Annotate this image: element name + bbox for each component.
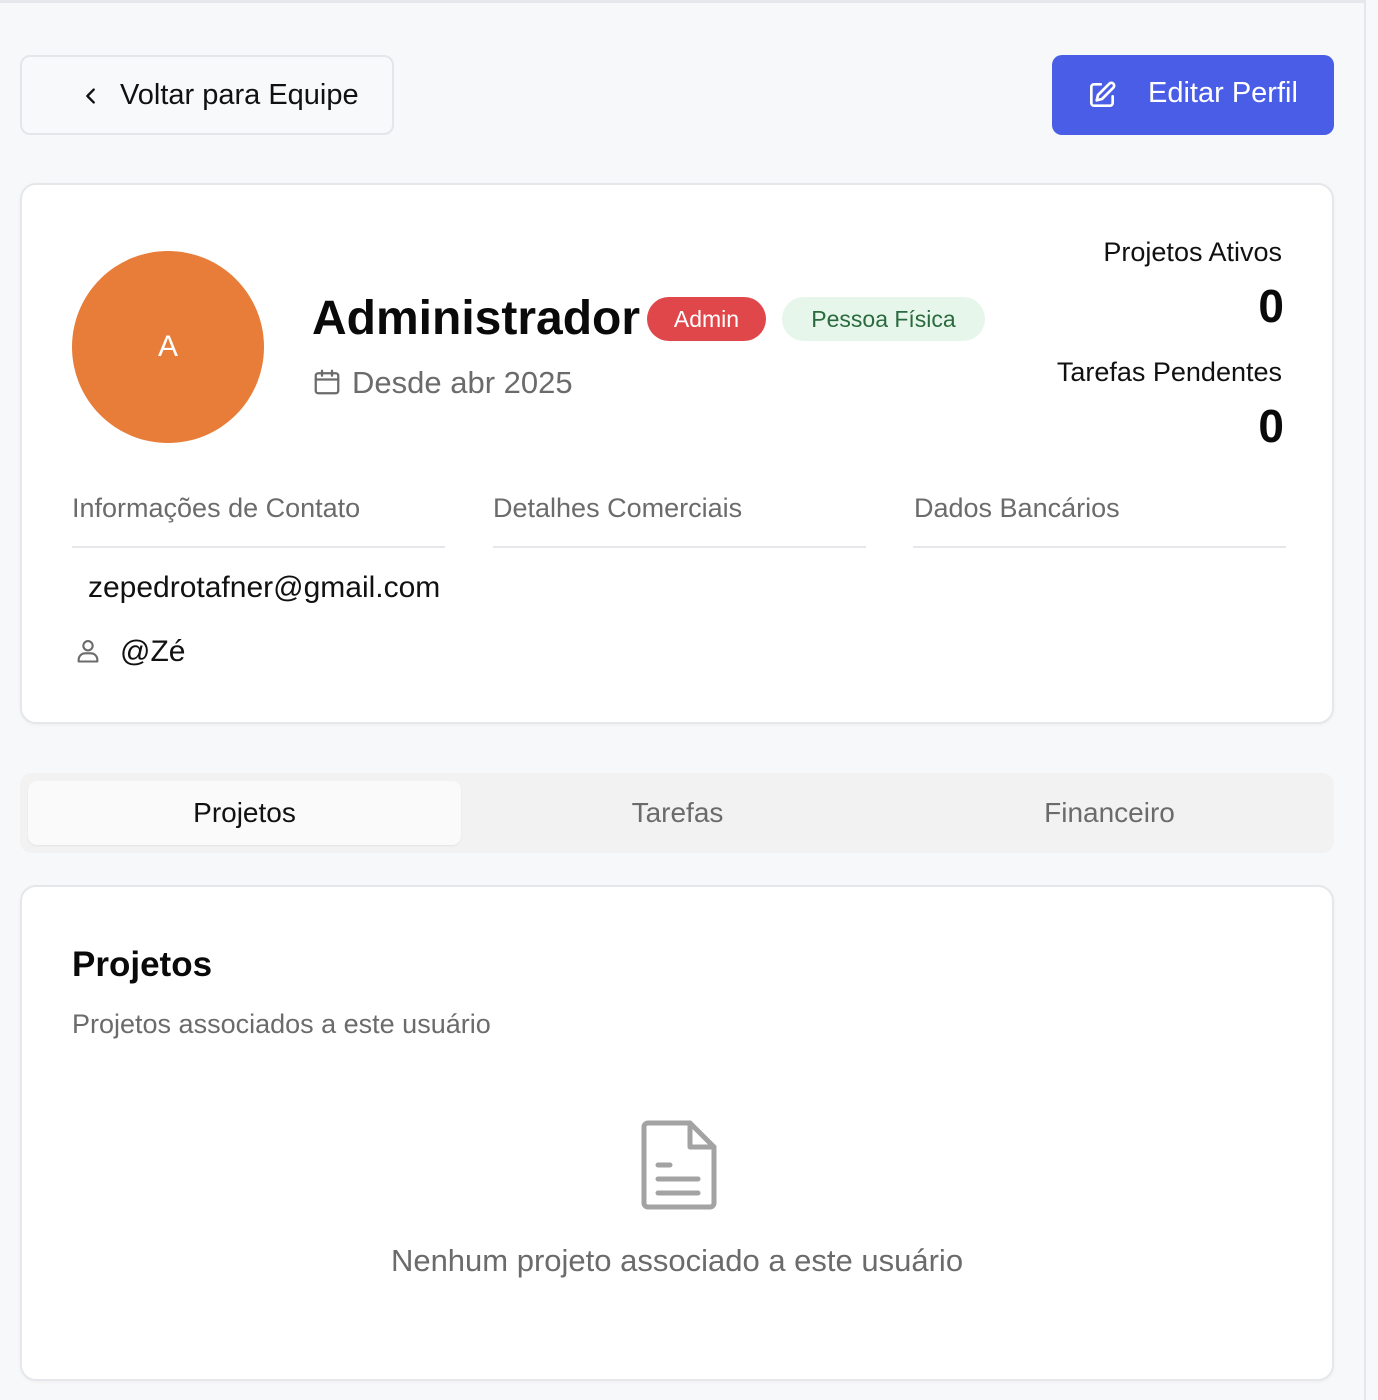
projects-panel-title: Projetos: [72, 945, 213, 984]
active-projects-label: Projetos Ativos: [1103, 237, 1282, 267]
section-bank-divider: [913, 546, 1286, 548]
contact-email: zepedrotafner@gmail.com: [88, 571, 441, 604]
tab-financeiro[interactable]: Financeiro: [893, 781, 1326, 845]
avatar: A: [72, 251, 264, 443]
pending-tasks-label: Tarefas Pendentes: [1056, 357, 1282, 387]
tab-projetos[interactable]: Projetos: [28, 781, 461, 845]
chevron-left-icon: [86, 88, 95, 104]
profile-card: A Administrador Admin Pessoa Física Desd…: [20, 183, 1334, 724]
role-badge-label: Admin: [673, 305, 740, 332]
projects-panel: Projetos Projetos associados a este usuá…: [20, 885, 1334, 1381]
pending-tasks-value: 0: [1258, 400, 1284, 452]
back-button-label: Voltar para Equipe: [120, 79, 359, 111]
profile-tabs: Projetos Tarefas Financeiro: [20, 773, 1334, 853]
edit-profile-button[interactable]: Editar Perfil: [1052, 55, 1334, 135]
section-contact-title: Informações de Contato: [72, 493, 361, 523]
role-badge: Admin: [647, 297, 766, 341]
section-commercial-divider: [493, 546, 866, 548]
section-contact-divider: [72, 546, 445, 548]
contact-handle: @Zé: [120, 635, 186, 668]
back-to-team-button[interactable]: Voltar para Equipe: [20, 55, 394, 135]
tab-tarefas[interactable]: Tarefas: [461, 781, 894, 845]
tab-tarefas-label: Tarefas: [631, 797, 724, 828]
avatar-initial: A: [157, 330, 178, 363]
person-type-badge: Pessoa Física: [782, 297, 985, 341]
member-since: Desde abr 2025: [352, 365, 573, 400]
tab-projetos-label: Projetos: [193, 797, 296, 828]
empty-state-message: Nenhum projeto associado a este usuário: [390, 1243, 964, 1278]
user-icon: [77, 640, 99, 663]
tab-financeiro-label: Financeiro: [1044, 797, 1175, 828]
calendar-icon: [314, 369, 340, 395]
section-commercial-title: Detalhes Comerciais: [493, 493, 743, 523]
edit-icon: [1090, 81, 1116, 107]
section-bank-title: Dados Bancários: [914, 493, 1120, 523]
document-icon: [641, 1120, 717, 1210]
projects-panel-subtitle: Projetos associados a este usuário: [72, 1009, 491, 1039]
page: Voltar para Equipe Editar Perfil A Admin…: [0, 0, 1366, 1400]
edit-profile-label: Editar Perfil: [1148, 77, 1298, 109]
person-type-badge-label: Pessoa Física: [811, 305, 956, 332]
profile-name: Administrador: [312, 292, 641, 345]
active-projects-value: 0: [1258, 280, 1284, 332]
